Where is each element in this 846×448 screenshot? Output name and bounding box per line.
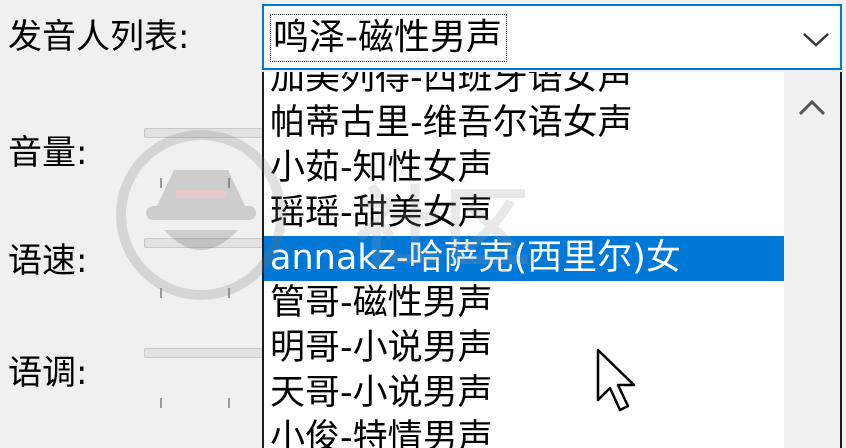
volume-slider-tick xyxy=(160,178,162,188)
speed-label: 语速: xyxy=(8,241,88,281)
dropdown-item[interactable]: 小茹-知性女声 xyxy=(264,146,784,191)
dropdown-item[interactable]: 明哥-小说男声 xyxy=(264,326,784,371)
speed-slider-tick xyxy=(160,288,162,298)
dropdown-item[interactable]: 瑶瑶-甜美女声 xyxy=(264,191,784,236)
dropdown-item[interactable]: 帕蒂古里-维吾尔语女声 xyxy=(264,101,784,146)
dropdown-item[interactable]: 小俊-特情男声 xyxy=(264,416,784,448)
spy-hat-logo xyxy=(116,130,286,300)
chevron-up-icon[interactable] xyxy=(784,72,840,142)
speed-slider-tick xyxy=(228,288,230,298)
dropdown-scrollbar[interactable] xyxy=(784,72,840,448)
speed-slider[interactable] xyxy=(144,238,266,248)
pitch-slider[interactable] xyxy=(144,348,266,358)
dropdown-items: 加美列得-西班牙语女声 帕蒂古里-维吾尔语女声 小茹-知性女声 瑶瑶-甜美女声 anna… xyxy=(264,72,784,448)
dropdown-item[interactable]: annakz-哈萨克(西里尔)女 xyxy=(264,236,784,281)
volume-slider-tick xyxy=(228,178,230,188)
chevron-down-icon[interactable] xyxy=(800,26,832,52)
volume-slider[interactable] xyxy=(144,128,266,138)
pitch-slider-tick xyxy=(160,398,162,408)
mouse-pointer-icon xyxy=(594,348,638,414)
speaker-dropdown-list[interactable]: 加美列得-西班牙语女声 帕蒂古里-维吾尔语女声 小茹-知性女声 瑶瑶-甜美女声 anna… xyxy=(262,72,842,448)
speaker-list-label: 发音人列表: xyxy=(8,17,190,57)
dropdown-item[interactable]: 天哥-小说男声 xyxy=(264,371,784,416)
pitch-label: 语调: xyxy=(8,353,88,393)
pitch-slider-tick xyxy=(228,398,230,408)
speaker-combobox[interactable]: 鸣泽-磁性男声 xyxy=(262,4,842,70)
speech-settings-panel: 发音人列表: 音量: 语速: 语调: 鸣泽-磁性男声 加美列得-西班牙语女声 帕蒂… xyxy=(0,0,846,448)
dropdown-item[interactable]: 管哥-磁性男声 xyxy=(264,281,784,326)
speaker-combobox-value: 鸣泽-磁性男声 xyxy=(270,14,507,62)
volume-label: 音量: xyxy=(8,133,88,173)
dropdown-item[interactable]: 加美列得-西班牙语女声 xyxy=(264,72,784,101)
